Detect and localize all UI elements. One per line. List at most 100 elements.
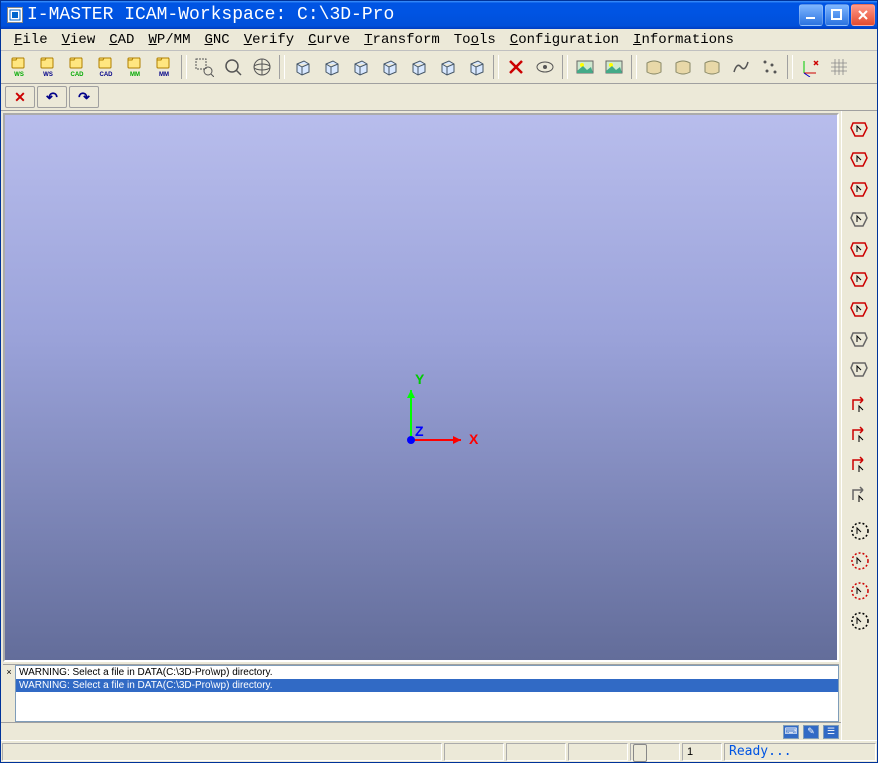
output-line[interactable]: WARNING: Select a file in DATA(C:\3D-Pro… [16, 679, 838, 692]
menu-cad[interactable]: CAD [102, 30, 141, 50]
menu-tools[interactable]: Tools [447, 30, 503, 50]
surface1-icon[interactable] [640, 53, 668, 81]
menu-verify[interactable]: Verify [237, 30, 301, 50]
view-front-icon[interactable] [404, 53, 432, 81]
circle-dots-4-icon[interactable] [846, 607, 874, 635]
eye-icon[interactable] [531, 53, 559, 81]
image2-icon[interactable] [600, 53, 628, 81]
status-cell-4 [568, 743, 628, 761]
window-buttons [799, 4, 875, 26]
app-window: I-MASTER ICAM-Workspace: C:\3D-Pro FileV… [0, 0, 878, 763]
svg-text:MM: MM [130, 72, 140, 78]
menu-wp-mm[interactable]: WP/MM [141, 30, 197, 50]
select-tool-8-icon[interactable] [846, 325, 874, 353]
select-tool-2-icon[interactable] [846, 145, 874, 173]
menu-view[interactable]: View [55, 30, 103, 50]
arrow-tool-1-icon[interactable] [846, 391, 874, 419]
svg-text:WS: WS [14, 72, 24, 78]
zoom-window-icon[interactable] [190, 53, 218, 81]
window-title: I-MASTER ICAM-Workspace: C:\3D-Pro [27, 5, 799, 25]
select-tool-1-icon[interactable] [846, 115, 874, 143]
image1-icon[interactable] [571, 53, 599, 81]
surface3-icon[interactable] [698, 53, 726, 81]
maximize-button[interactable] [825, 4, 849, 26]
status-message [2, 743, 442, 761]
svg-text:CAD: CAD [100, 72, 114, 78]
output-log[interactable]: WARNING: Select a file in DATA(C:\3D-Pro… [15, 665, 839, 722]
view-iso2-icon[interactable] [317, 53, 345, 81]
view-iso1-icon[interactable] [288, 53, 316, 81]
config-indicator-icon[interactable]: ☰ [823, 725, 839, 739]
status-value [682, 743, 722, 761]
statusbar: Ready... [1, 740, 877, 762]
output-panel: × WARNING: Select a file in DATA(C:\3D-P… [3, 664, 839, 722]
output-close-button[interactable]: × [3, 665, 15, 722]
axis-gizmo: X Y Z [361, 360, 481, 480]
menu-gnc[interactable]: GNC [197, 30, 236, 50]
grid-icon[interactable] [825, 53, 853, 81]
main-toolbar: WS WS CAD CAD MM MM [1, 51, 877, 84]
menu-informations[interactable]: Informations [626, 30, 741, 50]
status-cell-3 [506, 743, 566, 761]
viewport-column: X Y Z × WARNING: Select a file in DATA(C… [1, 111, 841, 740]
zoom-globe-icon[interactable] [248, 53, 276, 81]
titlebar[interactable]: I-MASTER ICAM-Workspace: C:\3D-Pro [1, 1, 877, 29]
surface2-icon[interactable] [669, 53, 697, 81]
axis-toggle-icon[interactable] [796, 53, 824, 81]
circle-dots-3-icon[interactable] [846, 577, 874, 605]
menu-transform[interactable]: Transform [357, 30, 447, 50]
arrow-tool-4-icon[interactable] [846, 481, 874, 509]
curve-icon[interactable] [727, 53, 755, 81]
app-icon [7, 7, 23, 23]
arrow-tool-3-icon[interactable] [846, 451, 874, 479]
svg-text:MM: MM [159, 72, 169, 78]
undo-icon[interactable]: ↶ [37, 86, 67, 108]
menu-configuration[interactable]: Configuration [503, 30, 626, 50]
close-button[interactable] [851, 4, 875, 26]
select-tool-4-icon[interactable] [846, 205, 874, 233]
arrow-tool-2-icon[interactable] [846, 421, 874, 449]
svg-text:CAD: CAD [71, 72, 85, 78]
status-cell-2 [444, 743, 504, 761]
cancel-x-icon[interactable]: ✕ [5, 86, 35, 108]
indicator-bar: ⌨ ✎ ☰ [1, 722, 841, 740]
pen-indicator-icon[interactable]: ✎ [803, 725, 819, 739]
minimize-button[interactable] [799, 4, 823, 26]
status-slider[interactable] [630, 743, 680, 761]
open-ws-icon[interactable]: WS [5, 53, 33, 81]
right-toolbar [841, 111, 877, 740]
save-ws-icon[interactable]: WS [34, 53, 62, 81]
save-mm-icon[interactable]: MM [150, 53, 178, 81]
select-tool-3-icon[interactable] [846, 175, 874, 203]
svg-text:X: X [469, 431, 479, 447]
view-side-icon[interactable] [433, 53, 461, 81]
redo-icon[interactable]: ↷ [69, 86, 99, 108]
menubar: FileViewCADWP/MMGNCVerifyCurveTransformT… [1, 29, 877, 51]
svg-text:Z: Z [415, 423, 424, 439]
select-tool-9-icon[interactable] [846, 355, 874, 383]
select-tool-5-icon[interactable] [846, 235, 874, 263]
view-top-icon[interactable] [462, 53, 490, 81]
save-cad-icon[interactable]: CAD [92, 53, 120, 81]
menu-curve[interactable]: Curve [301, 30, 357, 50]
view-iso4-icon[interactable] [375, 53, 403, 81]
points-icon[interactable] [756, 53, 784, 81]
zoom-icon[interactable] [219, 53, 247, 81]
select-tool-6-icon[interactable] [846, 265, 874, 293]
svg-text:Y: Y [415, 371, 425, 387]
open-mm-icon[interactable]: MM [121, 53, 149, 81]
status-ready: Ready... [724, 743, 876, 761]
open-cad-icon[interactable]: CAD [63, 53, 91, 81]
3d-viewport[interactable]: X Y Z [3, 113, 839, 662]
select-tool-7-icon[interactable] [846, 295, 874, 323]
delete-x-icon[interactable] [502, 53, 530, 81]
svg-text:WS: WS [43, 72, 53, 78]
circle-dots-2-icon[interactable] [846, 547, 874, 575]
view-iso3-icon[interactable] [346, 53, 374, 81]
output-line[interactable]: WARNING: Select a file in DATA(C:\3D-Pro… [16, 666, 838, 679]
edit-toolbar: ✕↶↷ [1, 84, 877, 111]
keyboard-indicator-icon[interactable]: ⌨ [783, 725, 799, 739]
menu-file[interactable]: File [7, 30, 55, 50]
circle-dots-1-icon[interactable] [846, 517, 874, 545]
status-value-input[interactable] [687, 746, 717, 758]
